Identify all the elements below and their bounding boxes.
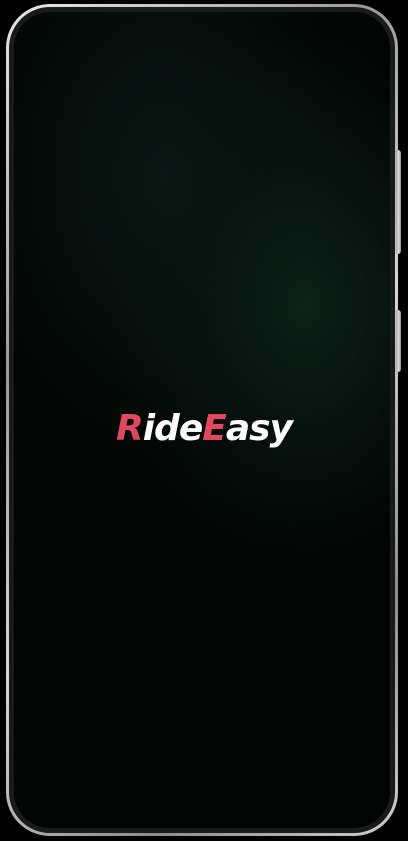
logo-text-asy: asy — [225, 408, 293, 449]
logo-text-ide: ide — [142, 408, 204, 449]
logo-letter-r: R — [115, 408, 144, 449]
logo-letter-e: E — [202, 408, 227, 449]
app-logo: RideEasy — [0, 404, 408, 454]
power-button — [396, 310, 401, 372]
volume-button — [396, 150, 401, 254]
